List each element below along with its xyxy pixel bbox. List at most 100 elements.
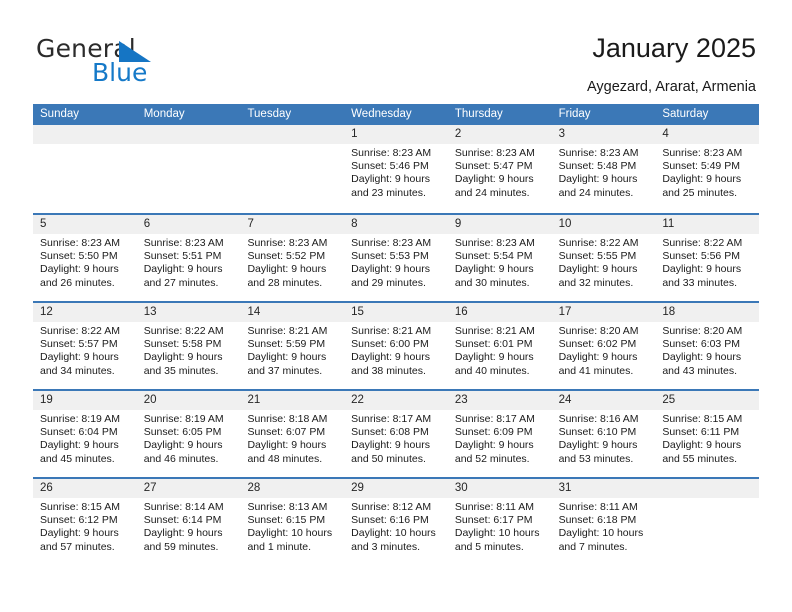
day-sun-info: Sunrise: 8:22 AM Sunset: 5:57 PM Daylight:…	[40, 325, 131, 378]
day-cell-27[interactable]: 27 Sunrise: 8:14 AM Sunset: 6:14 PM Dayligh…	[137, 479, 241, 565]
daylight-line: Daylight: 9 hours	[454, 173, 534, 186]
day-number: 28	[247, 482, 261, 494]
day-cell-30[interactable]: 30 Sunrise: 8:11 AM Sunset: 6:17 PM Dayligh…	[448, 479, 552, 565]
day-cell-8[interactable]: 8 Sunrise: 8:23 AM Sunset: 5:53 PM Daylight…	[344, 215, 448, 301]
day-cell-28[interactable]: 28 Sunrise: 8:13 AM Sunset: 6:15 PM Dayligh…	[240, 479, 344, 565]
day-cell-9[interactable]: 9 Sunrise: 8:23 AM Sunset: 5:54 PM Daylight…	[448, 215, 552, 301]
daylight-line: Daylight: 10 hours	[351, 527, 436, 540]
sunrise-line: Sunrise: 8:22 AM	[662, 237, 743, 249]
week-cells: 12 Sunrise: 8:22 AM Sunset: 5:57 PM Dayligh…	[33, 303, 759, 389]
day-number: 11	[662, 218, 675, 230]
day-cell-22[interactable]: 22 Sunrise: 8:17 AM Sunset: 6:08 PM Dayligh…	[344, 391, 448, 477]
day-number: 18	[662, 306, 676, 318]
sunset-line: Sunset: 5:47 PM	[454, 160, 533, 173]
day-cell-25[interactable]: 25 Sunrise: 8:15 AM Sunset: 6:11 PM Dayligh…	[655, 391, 759, 477]
sunrise-line: Sunrise: 8:20 AM	[662, 325, 743, 337]
sunset-line: Sunset: 6:08 PM	[351, 426, 429, 439]
sunrise-line: Sunrise: 8:19 AM	[143, 413, 224, 425]
day-sun-info: Sunrise: 8:23 AM Sunset: 5:46 PM Daylight:…	[351, 147, 442, 200]
day-number: 25	[662, 394, 676, 406]
day-cell-31[interactable]: 31 Sunrise: 8:11 AM Sunset: 6:18 PM Dayligh…	[552, 479, 656, 565]
sunset-line: Sunset: 5:48 PM	[558, 160, 637, 173]
daylight-line: Daylight: 9 hours	[143, 351, 223, 364]
day-number: 29	[351, 482, 364, 494]
sunrise-line: Sunrise: 8:21 AM	[247, 325, 328, 337]
day-cell-23[interactable]: 23 Sunrise: 8:17 AM Sunset: 6:09 PM Dayligh…	[448, 391, 552, 477]
daylight-line-2: and 27 minutes.	[143, 276, 219, 289]
day-number: 6	[143, 218, 151, 230]
day-cell-5[interactable]: 5 Sunrise: 8:23 AM Sunset: 5:50 PM Daylight…	[33, 215, 137, 301]
week-cells: 26 Sunrise: 8:15 AM Sunset: 6:12 PM Dayligh…	[33, 479, 759, 565]
day-cell-16[interactable]: 16 Sunrise: 8:21 AM Sunset: 6:01 PM Dayligh…	[448, 303, 552, 389]
daylight-line: Daylight: 9 hours	[247, 439, 327, 452]
day-sun-info: Sunrise: 8:21 AM Sunset: 6:00 PM Daylight:…	[351, 325, 442, 378]
day-cell-17[interactable]: 17 Sunrise: 8:20 AM Sunset: 6:02 PM Dayligh…	[552, 303, 656, 389]
day-cell-18[interactable]: 18 Sunrise: 8:20 AM Sunset: 6:03 PM Dayligh…	[655, 303, 759, 389]
daylight-line: Daylight: 9 hours	[454, 439, 534, 452]
sunset-line: Sunset: 5:56 PM	[662, 250, 740, 263]
day-cell-13[interactable]: 13 Sunrise: 8:22 AM Sunset: 5:58 PM Dayligh…	[137, 303, 241, 389]
daylight-line: Daylight: 10 hours	[454, 527, 540, 540]
daylight-line-2: and 40 minutes.	[454, 364, 530, 377]
sunrise-line: Sunrise: 8:17 AM	[351, 413, 432, 425]
day-sun-info: Sunrise: 8:17 AM Sunset: 6:09 PM Daylight:…	[455, 413, 546, 466]
day-cell-empty	[240, 125, 344, 213]
day-cell-19[interactable]: 19 Sunrise: 8:19 AM Sunset: 6:04 PM Dayligh…	[33, 391, 137, 477]
sunset-line: Sunset: 6:05 PM	[143, 426, 222, 439]
day-cell-empty	[137, 125, 241, 213]
daylight-line: Daylight: 9 hours	[247, 263, 327, 276]
sunrise-line: Sunrise: 8:23 AM	[143, 237, 224, 249]
day-cell-6[interactable]: 6 Sunrise: 8:23 AM Sunset: 5:51 PM Daylight…	[137, 215, 241, 301]
day-cell-24[interactable]: 24 Sunrise: 8:16 AM Sunset: 6:10 PM Dayligh…	[552, 391, 656, 477]
daylight-line: Daylight: 9 hours	[247, 351, 327, 364]
day-cell-10[interactable]: 10 Sunrise: 8:22 AM Sunset: 5:55 PM Dayligh…	[552, 215, 656, 301]
calendar-week-row: 1 Sunrise: 8:23 AM Sunset: 5:46 PM Daylight…	[33, 125, 759, 213]
day-sun-info: Sunrise: 8:20 AM Sunset: 6:02 PM Daylight:…	[559, 325, 650, 378]
daylight-line: Daylight: 10 hours	[558, 527, 644, 540]
calendar-week-row: 12 Sunrise: 8:22 AM Sunset: 5:57 PM Dayligh…	[33, 301, 759, 389]
day-cell-3[interactable]: 3 Sunrise: 8:23 AM Sunset: 5:48 PM Daylight…	[552, 125, 656, 213]
day-cell-4[interactable]: 4 Sunrise: 8:23 AM Sunset: 5:49 PM Daylight…	[655, 125, 759, 213]
general-blue-logo[interactable]: General Blue	[36, 34, 226, 87]
sunrise-line: Sunrise: 8:23 AM	[351, 147, 432, 159]
sunrise-line: Sunrise: 8:22 AM	[558, 237, 639, 249]
day-number: 17	[558, 306, 572, 318]
day-cell-12[interactable]: 12 Sunrise: 8:22 AM Sunset: 5:57 PM Dayligh…	[33, 303, 137, 389]
day-cell-20[interactable]: 20 Sunrise: 8:19 AM Sunset: 6:05 PM Dayligh…	[137, 391, 241, 477]
day-cell-2[interactable]: 2 Sunrise: 8:23 AM Sunset: 5:47 PM Daylight…	[448, 125, 552, 213]
day-number: 19	[40, 394, 53, 406]
daylight-line: Daylight: 9 hours	[40, 527, 119, 540]
day-cell-11[interactable]: 11 Sunrise: 8:22 AM Sunset: 5:56 PM Dayligh…	[655, 215, 759, 301]
day-cell-21[interactable]: 21 Sunrise: 8:18 AM Sunset: 6:07 PM Dayligh…	[240, 391, 344, 477]
sunset-line: Sunset: 6:15 PM	[247, 514, 326, 527]
calendar-body: 1 Sunrise: 8:23 AM Sunset: 5:46 PM Daylight…	[33, 125, 759, 565]
day-cell-7[interactable]: 7 Sunrise: 8:23 AM Sunset: 5:52 PM Daylight…	[240, 215, 344, 301]
sunrise-line: Sunrise: 8:23 AM	[662, 147, 743, 159]
daylight-line-2: and 30 minutes.	[454, 276, 530, 289]
day-cell-14[interactable]: 14 Sunrise: 8:21 AM Sunset: 5:59 PM Dayligh…	[240, 303, 344, 389]
daylight-line-2: and 25 minutes.	[662, 186, 738, 199]
page-subtitle: Aygezard, Ararat, Armenia	[587, 79, 756, 95]
weekday-header-thursday: Thursday	[454, 108, 503, 120]
sunset-line: Sunset: 5:58 PM	[143, 338, 222, 351]
day-sun-info: Sunrise: 8:15 AM Sunset: 6:11 PM Daylight:…	[662, 413, 753, 466]
day-number: 10	[558, 218, 572, 230]
day-cell-26[interactable]: 26 Sunrise: 8:15 AM Sunset: 6:12 PM Dayligh…	[33, 479, 137, 565]
sunrise-line: Sunrise: 8:22 AM	[40, 325, 120, 337]
day-cell-15[interactable]: 15 Sunrise: 8:21 AM Sunset: 6:00 PM Dayligh…	[344, 303, 448, 389]
calendar-week-row: 5 Sunrise: 8:23 AM Sunset: 5:50 PM Daylight…	[33, 213, 759, 301]
day-number: 3	[558, 128, 565, 140]
sunrise-line: Sunrise: 8:14 AM	[143, 501, 224, 513]
day-number: 22	[351, 394, 364, 406]
daylight-line: Daylight: 9 hours	[558, 173, 638, 186]
day-cell-1[interactable]: 1 Sunrise: 8:23 AM Sunset: 5:46 PM Daylight…	[344, 125, 448, 213]
day-cell-29[interactable]: 29 Sunrise: 8:12 AM Sunset: 6:16 PM Dayligh…	[344, 479, 448, 565]
sunset-line: Sunset: 6:04 PM	[40, 426, 118, 439]
sunset-line: Sunset: 5:50 PM	[40, 250, 118, 263]
sunset-line: Sunset: 5:55 PM	[558, 250, 637, 263]
day-sun-info: Sunrise: 8:23 AM Sunset: 5:49 PM Daylight:…	[662, 147, 753, 200]
daylight-line-2: and 24 minutes.	[558, 186, 634, 199]
day-sun-info: Sunrise: 8:13 AM Sunset: 6:15 PM Daylight:…	[247, 501, 338, 554]
daylight-line-2: and 5 minutes.	[454, 540, 524, 553]
daylight-line-2: and 45 minutes.	[40, 452, 115, 465]
